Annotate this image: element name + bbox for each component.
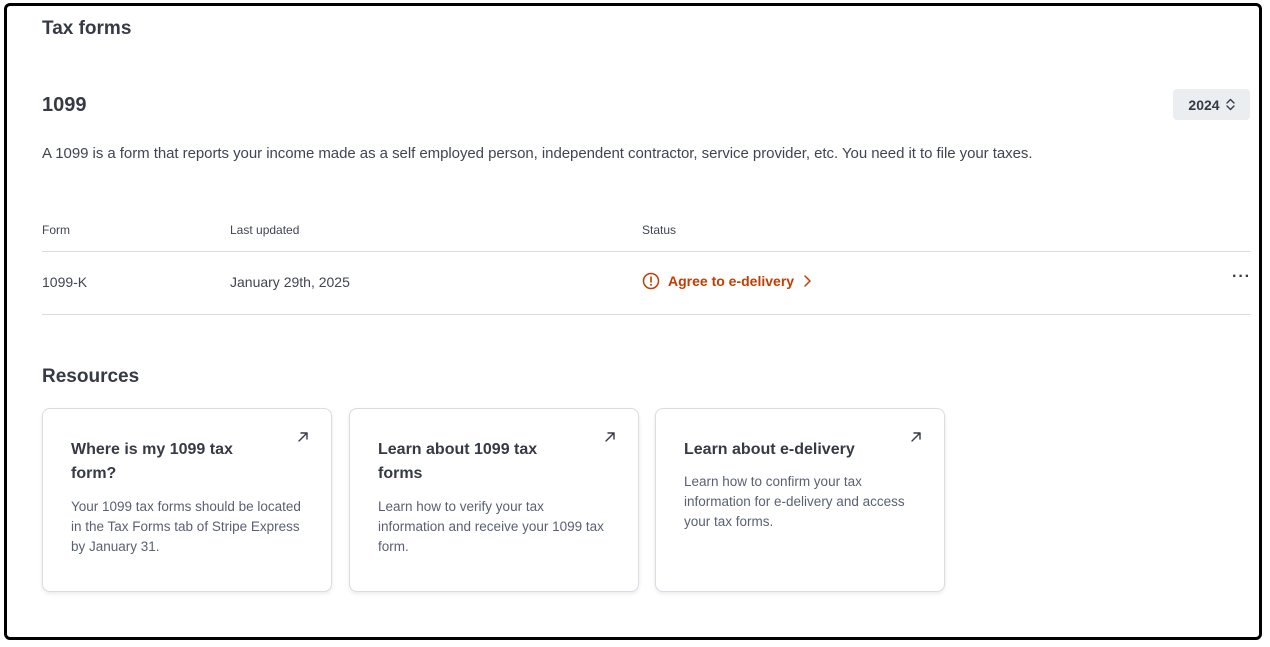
chevron-up-down-icon: [1225, 98, 1235, 111]
external-arrow-icon: [297, 431, 309, 443]
alert-circle-icon: [642, 272, 660, 290]
tax-forms-table: Form Last updated Status 1099-K January …: [42, 218, 1251, 315]
resource-card-where-is-my-1099[interactable]: Where is my 1099 tax form? Your 1099 tax…: [42, 408, 332, 592]
resource-card-learn-about-1099[interactable]: Learn about 1099 tax forms Learn how to …: [349, 408, 639, 592]
external-arrow-icon: [604, 431, 616, 443]
more-actions-button[interactable]: ···: [1232, 268, 1251, 286]
resource-card-learn-about-e-delivery[interactable]: Learn about e-delivery Learn how to conf…: [655, 408, 945, 592]
card-title: Learn about e-delivery: [684, 441, 855, 458]
card-body: Learn how to verify your tax information…: [378, 499, 604, 554]
year-select[interactable]: 2024: [1173, 89, 1250, 120]
table-header: Form Last updated Status: [42, 218, 1251, 252]
last-updated-cell: January 29th, 2025: [230, 274, 350, 290]
card-body: Your 1099 tax forms should be located in…: [71, 499, 301, 554]
agree-to-e-delivery-link[interactable]: Agree to e-delivery: [642, 272, 812, 290]
form-cell: 1099-K: [42, 274, 88, 290]
card-title: Learn about 1099 tax forms: [378, 441, 538, 482]
table-row[interactable]: 1099-K January 29th, 2025 Agree to e-del…: [42, 252, 1251, 315]
section-title: 1099: [42, 94, 87, 116]
column-header-form: Form: [42, 223, 70, 237]
column-header-status: Status: [642, 223, 677, 237]
section-description: A 1099 is a form that reports your incom…: [42, 145, 1033, 162]
status-label: Agree to e-delivery: [668, 273, 795, 289]
resources-title: Resources: [42, 366, 140, 387]
chevron-right-icon: [802, 274, 812, 288]
card-title: Where is my 1099 tax form?: [71, 441, 233, 482]
card-body: Learn how to confirm your tax informatio…: [684, 474, 905, 529]
column-header-last-updated: Last updated: [230, 223, 300, 237]
year-select-value: 2024: [1188, 96, 1220, 113]
page-title: Tax forms: [42, 18, 132, 39]
